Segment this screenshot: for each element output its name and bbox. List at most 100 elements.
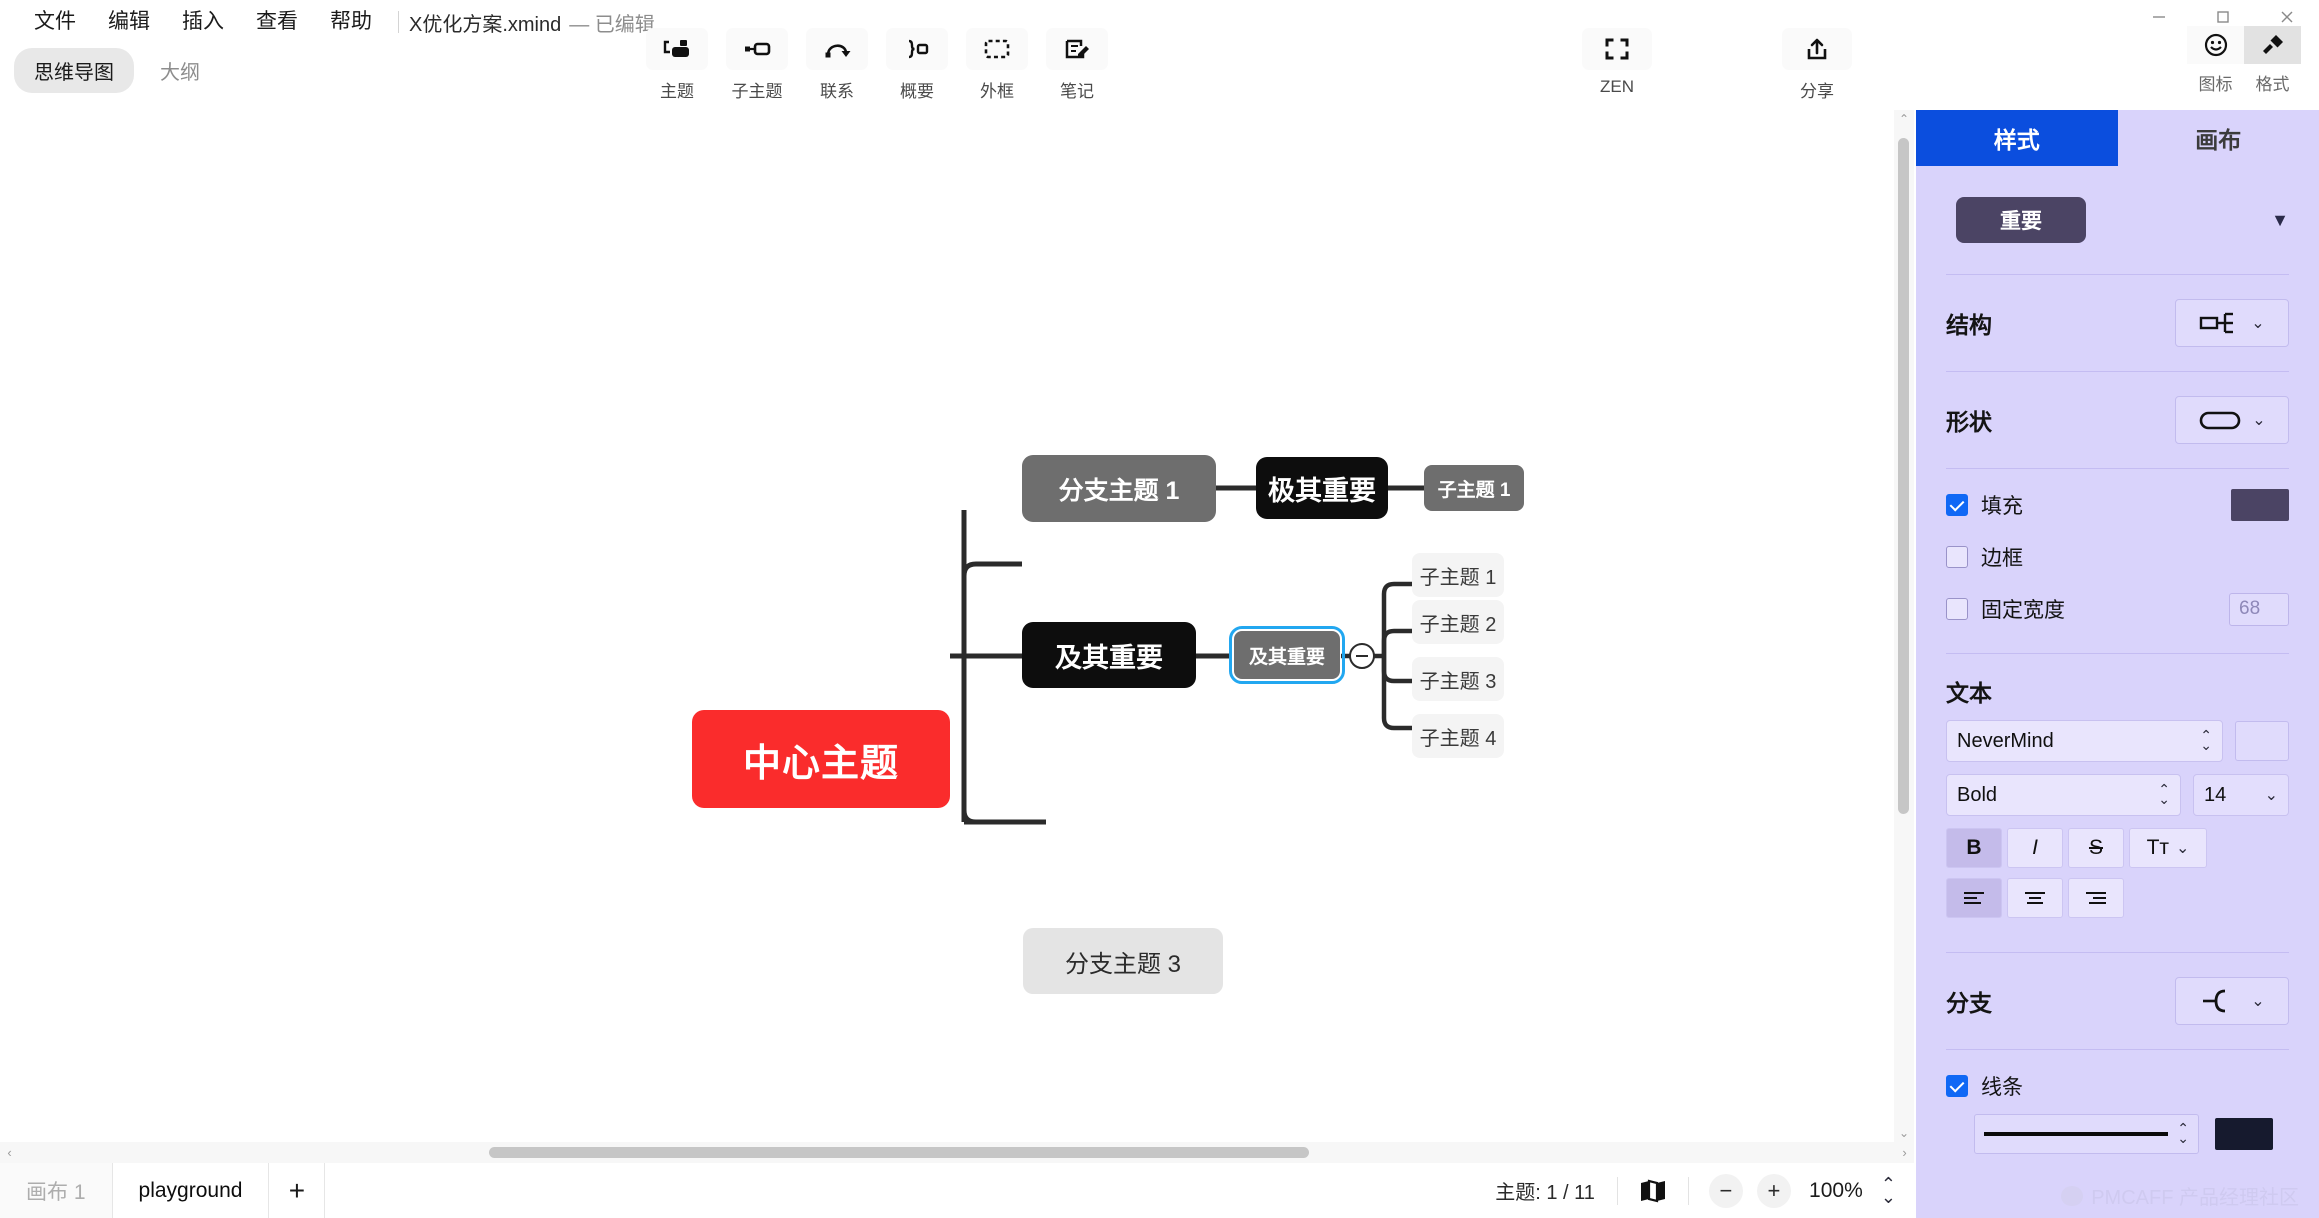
menu-item-edit[interactable]: 编辑 bbox=[92, 6, 166, 38]
fill-color-swatch[interactable] bbox=[2231, 489, 2289, 521]
fixed-width-input[interactable]: 68 bbox=[2229, 592, 2289, 626]
branch-dropdown[interactable]: ⌄ bbox=[2175, 977, 2289, 1025]
toolbar-label-summary: 概要 bbox=[900, 82, 934, 101]
font-family-row: NeverMind ⌃ ⌄ bbox=[1916, 720, 2319, 762]
mindmap-node-child-4[interactable]: 子主题 4 bbox=[1412, 714, 1504, 758]
topic-icon bbox=[646, 28, 708, 70]
share-upload-icon bbox=[1782, 28, 1852, 70]
toolbar-label-boundary: 外框 bbox=[980, 82, 1014, 101]
toolbar-button-subtopic[interactable]: 子主题 bbox=[726, 28, 788, 102]
fixed-width-checkbox[interactable] bbox=[1946, 598, 1968, 620]
text-color-swatch[interactable] bbox=[2235, 721, 2289, 761]
mindmap-node-selected[interactable]: 及其重要 bbox=[1229, 626, 1345, 684]
scroll-right-icon[interactable]: › bbox=[1895, 1145, 1914, 1160]
paintbrush-icon bbox=[2262, 35, 2283, 54]
watermark-logo-icon bbox=[2061, 1185, 2084, 1206]
mindmap-node-extremely-important[interactable]: 极其重要 bbox=[1256, 457, 1388, 519]
align-left-button[interactable] bbox=[1946, 878, 2002, 918]
structure-row: 结构 ⌄ bbox=[1916, 275, 2319, 371]
mindmap-node-child-3[interactable]: 子主题 3 bbox=[1412, 657, 1504, 701]
font-weight-value: Bold bbox=[1957, 783, 1998, 806]
map-overview-button[interactable] bbox=[1618, 1179, 1688, 1203]
menu-item-insert[interactable]: 插入 bbox=[166, 6, 240, 38]
font-size-select[interactable]: 14 ⌄ bbox=[2193, 774, 2289, 816]
scroll-left-icon[interactable]: ‹ bbox=[0, 1145, 19, 1160]
tab-format[interactable] bbox=[2244, 26, 2301, 64]
strikethrough-button[interactable]: S bbox=[2068, 828, 2124, 868]
tab-icons[interactable] bbox=[2187, 26, 2244, 64]
toolbar-button-relationship[interactable]: 联系 bbox=[806, 28, 868, 102]
toolbar-label-topic: 主题 bbox=[660, 82, 694, 101]
collapse-minus-icon[interactable] bbox=[1349, 643, 1375, 669]
share-button[interactable]: 分享 bbox=[1774, 28, 1860, 102]
stepper-icon: ⌃ ⌄ bbox=[2177, 1120, 2189, 1146]
italic-button[interactable]: I bbox=[2007, 828, 2063, 868]
caret-down-icon[interactable]: ▼ bbox=[2271, 210, 2289, 231]
line-width-select[interactable]: ⌃ ⌄ bbox=[1974, 1114, 2199, 1154]
minimize-icon[interactable] bbox=[2127, 0, 2191, 34]
canvas-horizontal-scrollbar[interactable]: ‹ › bbox=[0, 1142, 1914, 1163]
fill-checkbox[interactable] bbox=[1946, 494, 1968, 516]
horizontal-scroll-thumb[interactable] bbox=[489, 1147, 1309, 1158]
scroll-down-icon[interactable]: ⌄ bbox=[1894, 1126, 1914, 1140]
branch-curve-icon bbox=[2203, 989, 2226, 1013]
structure-dropdown[interactable]: ⌄ bbox=[2175, 299, 2289, 347]
smiley-icon bbox=[2204, 33, 2227, 57]
font-weight-select[interactable]: Bold ⌃ ⌄ bbox=[1946, 774, 2181, 816]
font-style-row: Bold ⌃ ⌄ 14 ⌄ bbox=[1916, 774, 2319, 816]
text-align-buttons bbox=[1916, 878, 2319, 918]
toolbar-button-notes[interactable]: 笔记 bbox=[1046, 28, 1108, 102]
add-sheet-button[interactable]: + bbox=[269, 1163, 326, 1218]
align-left-icon bbox=[1964, 892, 1984, 904]
text-case-button[interactable]: Tᴛ ⌄ bbox=[2129, 828, 2207, 868]
toolbar-button-summary[interactable]: 概要 bbox=[886, 28, 948, 102]
fixed-width-row: 固定宽度 68 bbox=[1916, 587, 2319, 631]
mindmap-node-child-2[interactable]: 子主题 2 bbox=[1412, 600, 1504, 644]
tab-outline[interactable]: 大纲 bbox=[140, 48, 220, 93]
align-center-button[interactable] bbox=[2007, 878, 2063, 918]
mindmap-canvas[interactable]: 中心主题 分支主题 1 极其重要 子主题 1 及其重要 及其重要 子主题 1 子… bbox=[0, 110, 1914, 1163]
toolbar-button-boundary[interactable]: 外框 bbox=[966, 28, 1028, 102]
bold-button[interactable]: B bbox=[1946, 828, 2002, 868]
zoom-out-button[interactable]: − bbox=[1708, 1173, 1743, 1208]
mindmap-node-branch1[interactable]: 分支主题 1 bbox=[1022, 455, 1216, 522]
mindmap-node-child-1[interactable]: 子主题 1 bbox=[1412, 553, 1504, 597]
menu-item-help[interactable]: 帮助 bbox=[314, 6, 388, 38]
menu-item-view[interactable]: 查看 bbox=[240, 6, 314, 38]
font-family-select[interactable]: NeverMind ⌃ ⌄ bbox=[1946, 720, 2223, 762]
zoom-stepper-icon[interactable]: ⌃ ⌄ bbox=[1881, 1175, 1896, 1205]
zen-button[interactable]: ZEN bbox=[1574, 28, 1660, 97]
sheet-tab-playground[interactable]: playground bbox=[112, 1163, 270, 1218]
sheet-tab-canvas1[interactable]: 画布 1 bbox=[0, 1163, 113, 1218]
panel-tab-style[interactable]: 样式 bbox=[1916, 110, 2118, 166]
menu-item-file[interactable]: 文件 bbox=[18, 6, 92, 38]
shape-dropdown[interactable]: ⌄ bbox=[2175, 396, 2289, 444]
toolbar-button-topic[interactable]: 主题 bbox=[646, 28, 708, 102]
line-color-swatch[interactable] bbox=[2215, 1118, 2273, 1150]
panel-tab-canvas[interactable]: 画布 bbox=[2118, 110, 2319, 166]
fill-row: 填充 bbox=[1916, 483, 2319, 527]
mindmap-node-branch3[interactable]: 分支主题 3 bbox=[1023, 928, 1223, 994]
mindmap-node-central[interactable]: 中心主题 bbox=[692, 710, 950, 808]
zoom-in-button[interactable]: + bbox=[1756, 1173, 1791, 1208]
canvas-vertical-scrollbar[interactable]: ⌃ ⌄ bbox=[1894, 110, 1914, 1142]
align-right-button[interactable] bbox=[2068, 878, 2124, 918]
chevron-down-icon: ⌄ bbox=[2176, 840, 2190, 857]
mindmap-node-important[interactable]: 及其重要 bbox=[1022, 622, 1196, 688]
horizontal-scroll-track[interactable] bbox=[19, 1142, 1895, 1163]
border-label: 边框 bbox=[1981, 547, 2023, 570]
zoom-value: 100% bbox=[1809, 1178, 1863, 1202]
vertical-scroll-thumb[interactable] bbox=[1898, 138, 1909, 814]
style-preview-chip[interactable]: 重要 bbox=[1956, 197, 2086, 243]
tab-icons-label: 图标 bbox=[2198, 75, 2233, 94]
mindmap-node-subtopic-top[interactable]: 子主题 1 bbox=[1424, 465, 1524, 511]
line-checkbox[interactable] bbox=[1946, 1075, 1968, 1097]
tab-mindmap[interactable]: 思维导图 bbox=[14, 48, 134, 93]
zen-fullscreen-icon bbox=[1582, 28, 1652, 70]
align-center-icon bbox=[2025, 892, 2045, 904]
align-right-icon bbox=[2086, 892, 2106, 904]
structure-label: 结构 bbox=[1946, 312, 1992, 338]
scroll-up-icon[interactable]: ⌃ bbox=[1894, 112, 1914, 126]
stepper-icon: ⌃ ⌄ bbox=[2200, 727, 2212, 753]
border-checkbox[interactable] bbox=[1946, 546, 1968, 568]
